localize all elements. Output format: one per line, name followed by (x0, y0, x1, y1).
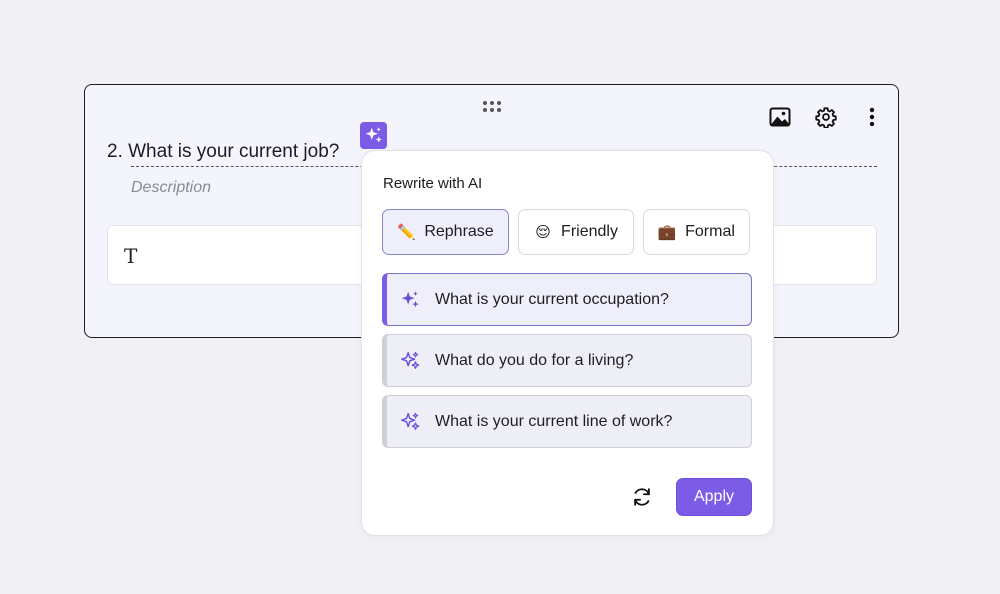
refresh-icon[interactable] (630, 485, 654, 509)
tone-options: ✏️ Rephrase 😌 Friendly 💼 Formal (382, 209, 750, 255)
apply-button[interactable]: Apply (676, 478, 752, 516)
sparkle-icon (399, 411, 421, 433)
tone-friendly-button[interactable]: 😌 Friendly (518, 209, 634, 255)
popup-title: Rewrite with AI (383, 175, 483, 192)
rewrite-ai-popup: Rewrite with AI ✏️ Rephrase 😌 Friendly 💼… (361, 150, 774, 536)
tone-label: Friendly (561, 223, 618, 240)
tone-rephrase-button[interactable]: ✏️ Rephrase (382, 209, 509, 255)
sparkle-icon (399, 289, 421, 311)
tone-label: Formal (685, 223, 735, 240)
suggestion-item[interactable]: What do you do for a living? (382, 334, 752, 387)
smile-icon: 😌 (535, 224, 551, 241)
more-vertical-icon[interactable] (860, 105, 884, 129)
ai-sparkle-button[interactable] (360, 122, 387, 149)
suggestion-text: What do you do for a living? (435, 351, 634, 369)
sparkle-icon (399, 350, 421, 372)
suggestion-text: What is your current line of work? (435, 412, 673, 430)
gear-icon[interactable] (814, 105, 838, 129)
briefcase-icon: 💼 (657, 224, 677, 241)
image-icon[interactable] (768, 105, 792, 129)
tone-label: Rephrase (424, 223, 494, 240)
text-type-icon: T (124, 244, 138, 268)
sparkle-icon (365, 127, 382, 143)
card-toolbar (768, 105, 884, 129)
drag-handle-icon[interactable] (483, 101, 501, 113)
suggestion-item[interactable]: What is your current occupation? (382, 273, 752, 326)
pencil-icon: ✏️ (396, 224, 416, 241)
suggestion-text: What is your current occupation? (435, 290, 669, 308)
tone-formal-button[interactable]: 💼 Formal (643, 209, 750, 255)
question-description[interactable]: Description (131, 179, 211, 197)
question-title[interactable]: 2. What is your current job? (107, 141, 339, 163)
suggestion-item[interactable]: What is your current line of work? (382, 395, 752, 448)
